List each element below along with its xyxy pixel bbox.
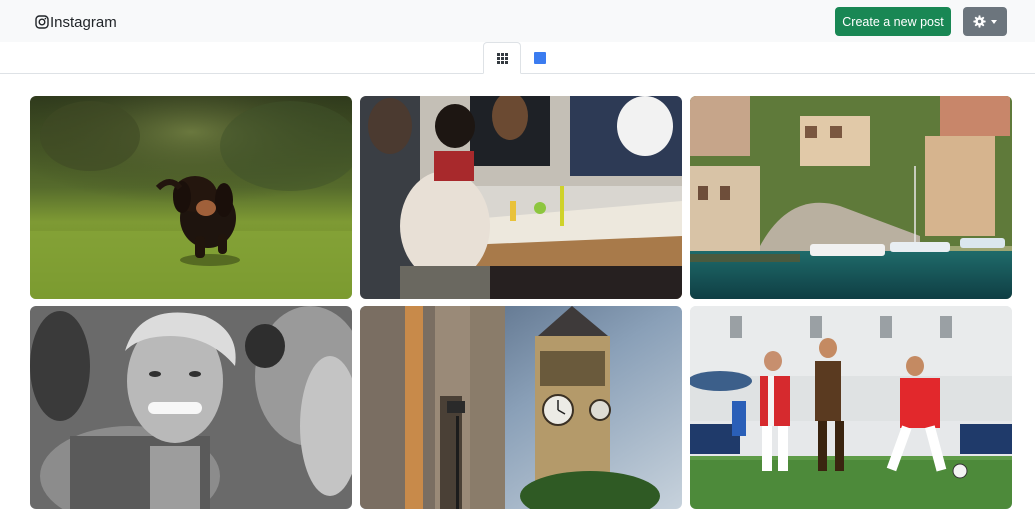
tab-grid-view[interactable] [483, 42, 521, 74]
brand-link[interactable]: Instagram [35, 12, 117, 32]
post-thumbnail-5[interactable] [360, 306, 682, 509]
chevron-down-icon [991, 19, 997, 24]
post-thumbnail-2[interactable] [360, 96, 682, 299]
harbour-photo [690, 96, 1012, 299]
instagram-icon [35, 15, 49, 29]
brand-label: Instagram [50, 13, 117, 31]
create-post-button[interactable]: Create a new post [835, 7, 951, 36]
students-photo [360, 96, 682, 299]
portrait-photo [30, 306, 352, 509]
view-tabs [0, 42, 1035, 74]
settings-dropdown-button[interactable] [963, 7, 1007, 36]
post-thumbnail-6[interactable] [690, 306, 1012, 509]
post-thumbnail-1[interactable] [30, 96, 352, 299]
post-thumbnail-3[interactable] [690, 96, 1012, 299]
top-navbar: Instagram Create a new post [0, 0, 1035, 42]
tab-single-view[interactable] [521, 42, 559, 74]
square-icon [534, 52, 546, 64]
gear-icon [973, 15, 986, 28]
grid-icon [496, 52, 508, 64]
post-thumbnail-4[interactable] [30, 306, 352, 509]
clock-tower-photo [360, 306, 682, 509]
football-photo [690, 306, 1012, 509]
puppy-photo [30, 96, 352, 299]
